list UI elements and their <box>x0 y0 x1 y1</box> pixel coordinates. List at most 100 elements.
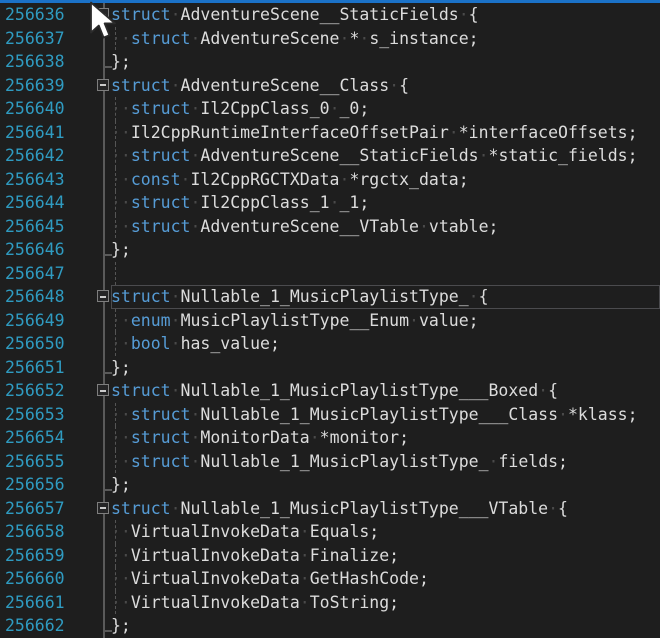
outlining-margin <box>88 168 111 192</box>
code-line[interactable] <box>111 262 660 286</box>
line-number[interactable]: 256651 <box>0 356 88 380</box>
code-line-row: 256646}; <box>0 238 660 262</box>
code-line[interactable]: ··struct·Nullable_1_MusicPlaylistType___… <box>111 403 660 427</box>
keyword-token: struct <box>131 146 191 165</box>
identifier-token: AdventureScene <box>200 29 339 48</box>
identifier-token: Nullable_1_MusicPlaylistType___VTable <box>181 499 549 518</box>
identifier-token: *static_fields; <box>489 146 638 165</box>
line-number[interactable]: 256656 <box>0 473 88 497</box>
code-line[interactable]: ··enum·MusicPlaylistType__Enum·value; <box>111 309 660 333</box>
identifier-token: *interfaceOffsets; <box>459 123 638 142</box>
line-number[interactable]: 256650 <box>0 332 88 356</box>
whitespace-dots: · <box>479 146 489 165</box>
whitespace-dots: · <box>310 428 320 447</box>
line-number[interactable]: 256646 <box>0 238 88 262</box>
line-number[interactable]: 256655 <box>0 450 88 474</box>
line-number[interactable]: 256645 <box>0 215 88 239</box>
identifier-token: Nullable_1_MusicPlaylistType___Boxed <box>181 381 539 400</box>
fold-collapse-button[interactable] <box>97 502 109 514</box>
whitespace-dots: · <box>300 522 310 541</box>
whitespace-dots: ·· <box>111 334 131 353</box>
code-line-row: 256638}; <box>0 50 660 74</box>
code-line[interactable]: ··struct·Il2CppClass_1·_1; <box>111 191 660 215</box>
code-line[interactable]: ··VirtualInvokeData·Finalize; <box>111 544 660 568</box>
code-line[interactable]: ··Il2CppRuntimeInterfaceOffsetPair·*inte… <box>111 121 660 145</box>
code-line[interactable]: ··struct·MonitorData·*monitor; <box>111 426 660 450</box>
identifier-token: Il2CppClass_0 <box>200 99 329 118</box>
code-line[interactable]: ··const·Il2CppRGCTXData·*rgctx_data; <box>111 168 660 192</box>
code-line[interactable]: ··struct·AdventureScene·*·s_instance; <box>111 27 660 51</box>
keyword-token: struct <box>131 193 191 212</box>
code-line[interactable]: struct·Nullable_1_MusicPlaylistType_·{ <box>111 285 660 309</box>
code-line[interactable]: ··struct·AdventureScene__StaticFields·*s… <box>111 144 660 168</box>
line-number[interactable]: 256640 <box>0 97 88 121</box>
keyword-token: struct <box>111 381 171 400</box>
line-number[interactable]: 256649 <box>0 309 88 333</box>
outlining-margin <box>88 309 111 333</box>
identifier-token: VirtualInvokeData <box>131 522 300 541</box>
identifier-token: { <box>469 5 479 24</box>
identifier-token: Il2CppRGCTXData <box>190 170 339 189</box>
code-line[interactable]: struct·Nullable_1_MusicPlaylistType___VT… <box>111 497 660 521</box>
line-number[interactable]: 256643 <box>0 168 88 192</box>
code-line[interactable]: }; <box>111 614 660 638</box>
identifier-token: AdventureScene__StaticFields <box>200 146 478 165</box>
fold-collapse-button[interactable] <box>97 8 109 20</box>
indent-guide <box>115 262 116 286</box>
keyword-token: struct <box>111 499 171 518</box>
code-line[interactable]: }; <box>111 50 660 74</box>
whitespace-dots: · <box>330 99 340 118</box>
line-number[interactable]: 256637 <box>0 27 88 51</box>
code-line[interactable]: ··struct·AdventureScene__VTable·vtable; <box>111 215 660 239</box>
line-number[interactable]: 256659 <box>0 544 88 568</box>
code-line[interactable]: struct·Nullable_1_MusicPlaylistType___Bo… <box>111 379 660 403</box>
line-number[interactable]: 256661 <box>0 591 88 615</box>
outlining-margin <box>88 191 111 215</box>
outline-guide-line <box>103 309 105 333</box>
fold-collapse-button[interactable] <box>97 290 109 302</box>
outlining-margin <box>88 544 111 568</box>
line-number[interactable]: 256662 <box>0 614 88 638</box>
whitespace-dots: · <box>449 123 459 142</box>
code-line[interactable]: ··bool·has_value; <box>111 332 660 356</box>
minus-icon <box>100 296 106 298</box>
code-line[interactable]: }; <box>111 356 660 380</box>
fold-collapse-button[interactable] <box>97 384 109 396</box>
whitespace-dots: · <box>359 29 369 48</box>
identifier-token: { <box>558 499 568 518</box>
line-number[interactable]: 256639 <box>0 74 88 98</box>
line-number[interactable]: 256642 <box>0 144 88 168</box>
line-number[interactable]: 256641 <box>0 121 88 145</box>
line-number[interactable]: 256653 <box>0 403 88 427</box>
code-line[interactable]: ··struct·Il2CppClass_0·_0; <box>111 97 660 121</box>
line-number[interactable]: 256654 <box>0 426 88 450</box>
code-line[interactable]: }; <box>111 238 660 262</box>
minus-icon <box>100 507 106 509</box>
code-line[interactable]: ··struct·Nullable_1_MusicPlaylistType_·f… <box>111 450 660 474</box>
code-line[interactable]: ··VirtualInvokeData·Equals; <box>111 520 660 544</box>
line-number[interactable]: 256657 <box>0 497 88 521</box>
line-number[interactable]: 256660 <box>0 567 88 591</box>
minus-icon <box>100 14 106 16</box>
line-number[interactable]: 256652 <box>0 379 88 403</box>
line-number[interactable]: 256644 <box>0 191 88 215</box>
outlining-margin <box>88 567 111 591</box>
line-number[interactable]: 256647 <box>0 262 88 286</box>
whitespace-dots: · <box>190 452 200 471</box>
outline-guide-line <box>103 215 105 239</box>
line-number[interactable]: 256636 <box>0 3 88 27</box>
line-number[interactable]: 256638 <box>0 50 88 74</box>
outline-guide-line <box>103 262 105 286</box>
code-line-row: 256636 struct·AdventureScene__StaticField… <box>0 3 660 27</box>
line-number[interactable]: 256648 <box>0 285 88 309</box>
outlining-margin <box>88 332 111 356</box>
outlining-margin <box>88 285 111 309</box>
identifier-token: fields; <box>498 452 568 471</box>
code-line[interactable]: }; <box>111 473 660 497</box>
code-line[interactable]: struct·AdventureScene__StaticFields·{ <box>111 3 660 27</box>
code-line[interactable]: ··VirtualInvokeData·GetHashCode; <box>111 567 660 591</box>
code-line[interactable]: ··VirtualInvokeData·ToString; <box>111 591 660 615</box>
line-number[interactable]: 256658 <box>0 520 88 544</box>
code-line[interactable]: struct·AdventureScene__Class·{ <box>111 74 660 98</box>
fold-collapse-button[interactable] <box>97 79 109 91</box>
